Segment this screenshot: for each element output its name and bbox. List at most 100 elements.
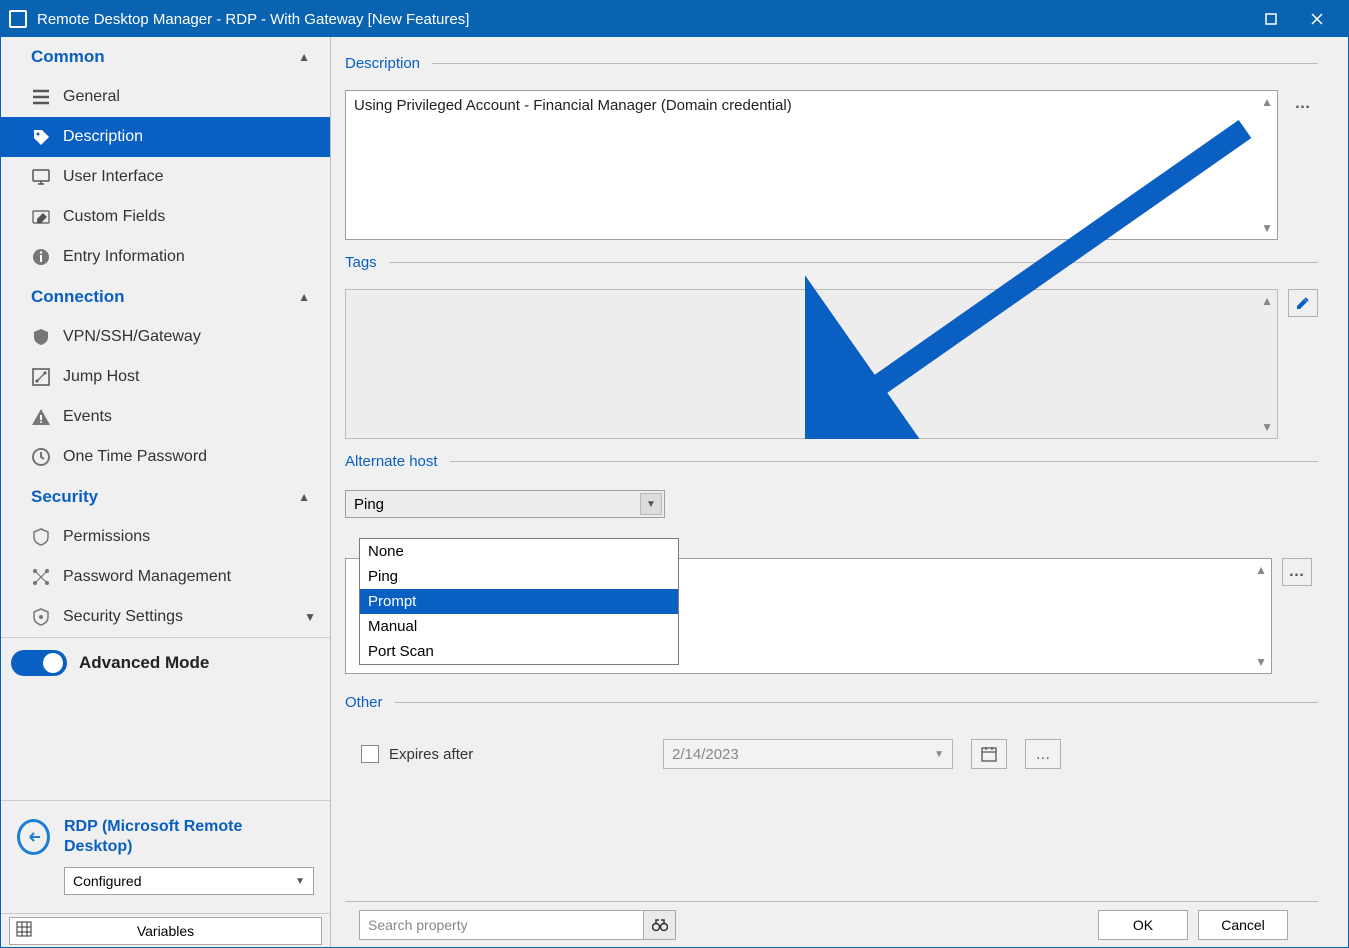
chevron-up-icon: ▲ bbox=[298, 290, 310, 304]
window-title: Remote Desktop Manager - RDP - With Gate… bbox=[37, 11, 1248, 28]
chevron-down-icon[interactable]: ▼ bbox=[640, 493, 662, 515]
configured-value: Configured bbox=[73, 873, 142, 889]
ok-button[interactable]: OK bbox=[1098, 910, 1188, 940]
chevron-down-icon: ▼ bbox=[295, 876, 305, 887]
expires-after-checkbox[interactable] bbox=[361, 745, 379, 763]
option-manual[interactable]: Manual bbox=[360, 614, 678, 639]
advanced-mode-label: Advanced Mode bbox=[79, 653, 209, 673]
search-button[interactable] bbox=[644, 910, 676, 940]
detail-panel: Description Using Privileged Account - F… bbox=[331, 37, 1348, 947]
chevron-up-icon: ▲ bbox=[298, 50, 310, 64]
tags-edit-button[interactable] bbox=[1288, 289, 1318, 317]
nav-permissions[interactable]: Permissions bbox=[1, 517, 330, 557]
option-none[interactable]: None bbox=[360, 539, 678, 564]
scroll-up-icon[interactable]: ▲ bbox=[1255, 563, 1267, 577]
chevron-up-icon: ▲ bbox=[298, 490, 310, 504]
nav-entry-information[interactable]: Entry Information bbox=[1, 237, 330, 277]
option-prompt[interactable]: Prompt bbox=[360, 589, 678, 614]
alternate-host-group: Alternate host bbox=[345, 453, 1318, 470]
section-label: Connection bbox=[31, 287, 125, 307]
scroll-up-icon[interactable]: ▲ bbox=[1261, 294, 1273, 308]
advanced-mode-toggle[interactable] bbox=[11, 650, 67, 676]
footer: Search property OK Cancel bbox=[345, 901, 1318, 947]
alternate-host-label: Alternate host bbox=[345, 453, 438, 470]
section-common[interactable]: Common ▲ bbox=[1, 37, 330, 77]
nav-label: Description bbox=[63, 128, 143, 146]
shield-outline-icon bbox=[31, 527, 51, 547]
search-property-input[interactable]: Search property bbox=[359, 910, 644, 940]
rdp-title: RDP (Microsoft Remote Desktop) bbox=[64, 817, 314, 857]
tags-label: Tags bbox=[345, 254, 377, 271]
alternate-host-mode-value: Ping bbox=[354, 496, 384, 513]
maximize-button[interactable] bbox=[1248, 1, 1294, 37]
nav-user-interface[interactable]: User Interface bbox=[1, 157, 330, 197]
nav-description[interactable]: Description bbox=[1, 117, 330, 157]
rdp-icon bbox=[17, 819, 50, 855]
network-icon bbox=[31, 567, 51, 587]
tags-group: Tags bbox=[345, 254, 1318, 271]
section-label: Security bbox=[31, 487, 98, 507]
nav-security-settings[interactable]: Security Settings ▼ bbox=[1, 597, 330, 637]
expires-after-date[interactable]: 2/14/2023 ▼ bbox=[663, 739, 953, 769]
nav-label: Jump Host bbox=[63, 368, 139, 386]
info-icon bbox=[31, 247, 51, 267]
monitor-icon bbox=[31, 167, 51, 187]
clock-icon bbox=[31, 447, 51, 467]
scroll-down-icon[interactable]: ▼ bbox=[1261, 420, 1273, 434]
nav-label: Events bbox=[63, 408, 112, 426]
warning-icon bbox=[31, 407, 51, 427]
expires-after-value: 2/14/2023 bbox=[672, 746, 739, 763]
section-security[interactable]: Security ▲ bbox=[1, 477, 330, 517]
description-textarea[interactable]: Using Privileged Account - Financial Man… bbox=[345, 90, 1278, 240]
close-button[interactable] bbox=[1294, 1, 1340, 37]
nav-custom-fields[interactable]: Custom Fields bbox=[1, 197, 330, 237]
configured-combo[interactable]: Configured ▼ bbox=[64, 867, 314, 895]
search-placeholder: Search property bbox=[368, 917, 468, 933]
nav-label: Entry Information bbox=[63, 248, 185, 266]
date-more-button[interactable]: … bbox=[1025, 739, 1061, 769]
nav-password-management[interactable]: Password Management bbox=[1, 557, 330, 597]
calendar-button[interactable] bbox=[971, 739, 1007, 769]
app-icon bbox=[9, 10, 27, 28]
shield-icon bbox=[31, 327, 51, 347]
chevron-down-icon: ▼ bbox=[934, 749, 944, 760]
chevron-down-icon: ▼ bbox=[304, 610, 316, 624]
description-value: Using Privileged Account - Financial Man… bbox=[354, 97, 792, 114]
option-port-scan[interactable]: Port Scan bbox=[360, 639, 678, 664]
section-connection[interactable]: Connection ▲ bbox=[1, 277, 330, 317]
nav-label: Custom Fields bbox=[63, 208, 165, 226]
description-label: Description bbox=[345, 55, 420, 72]
menu-icon bbox=[31, 87, 51, 107]
nav-label: VPN/SSH/Gateway bbox=[63, 328, 201, 346]
nav-jump-host[interactable]: Jump Host bbox=[1, 357, 330, 397]
nav-label: Security Settings bbox=[63, 608, 183, 626]
scroll-down-icon[interactable]: ▼ bbox=[1255, 655, 1267, 669]
nav-label: General bbox=[63, 88, 120, 106]
nav-events[interactable]: Events bbox=[1, 397, 330, 437]
section-label: Common bbox=[31, 47, 105, 67]
titlebar: Remote Desktop Manager - RDP - With Gate… bbox=[1, 1, 1348, 37]
nav-label: User Interface bbox=[63, 168, 163, 186]
scroll-down-icon[interactable]: ▼ bbox=[1261, 221, 1273, 235]
nav-otp[interactable]: One Time Password bbox=[1, 437, 330, 477]
shield-gear-icon bbox=[31, 607, 51, 627]
nav-label: One Time Password bbox=[63, 448, 207, 466]
variables-label: Variables bbox=[137, 923, 194, 939]
grid-icon bbox=[16, 921, 32, 940]
description-more-button[interactable]: … bbox=[1288, 90, 1318, 118]
alternate-host-more-button[interactable]: … bbox=[1282, 558, 1312, 586]
alternate-host-mode-dropdown: None Ping Prompt Manual Port Scan bbox=[359, 538, 679, 665]
alternate-host-mode-combo[interactable]: Ping ▼ bbox=[345, 490, 665, 518]
nav-vpn-ssh-gateway[interactable]: VPN/SSH/Gateway bbox=[1, 317, 330, 357]
other-label: Other bbox=[345, 694, 383, 711]
binoculars-icon bbox=[652, 918, 668, 932]
variables-button[interactable]: Variables bbox=[9, 917, 322, 945]
description-group: Description bbox=[345, 55, 1318, 72]
nav-label: Password Management bbox=[63, 568, 231, 586]
option-ping[interactable]: Ping bbox=[360, 564, 678, 589]
cancel-button[interactable]: Cancel bbox=[1198, 910, 1288, 940]
scroll-up-icon[interactable]: ▲ bbox=[1261, 95, 1273, 109]
rdp-sub-panel: RDP (Microsoft Remote Desktop) Configure… bbox=[1, 800, 330, 913]
tags-box[interactable]: ▲ ▼ bbox=[345, 289, 1278, 439]
nav-general[interactable]: General bbox=[1, 77, 330, 117]
